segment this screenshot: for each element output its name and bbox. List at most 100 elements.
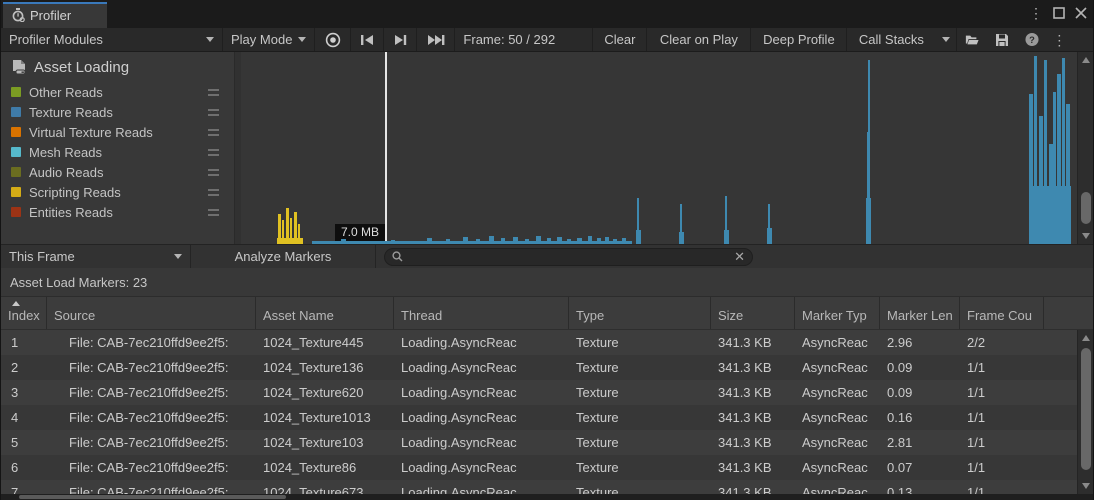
cell-thread: Loading.AsyncReac xyxy=(394,385,569,400)
help-icon: ? xyxy=(1025,32,1039,47)
scroll-down-icon[interactable] xyxy=(1082,483,1090,489)
chevron-down-icon xyxy=(206,37,214,42)
drag-handle-icon[interactable] xyxy=(208,169,219,176)
profiler-toolbar: Profiler Modules Play Mode Frame: 50 / 2… xyxy=(1,28,1093,52)
maximize-icon[interactable] xyxy=(1053,7,1065,19)
table-row[interactable]: 5File: CAB-7ec210ffd9ee2f5:1024_Texture1… xyxy=(1,430,1077,455)
cell-frame-count: 2/2 xyxy=(960,335,1044,350)
jump-to-first-frame-button[interactable] xyxy=(351,28,384,51)
drag-handle-icon[interactable] xyxy=(208,129,219,136)
frame-chart[interactable]: 7.0 MB xyxy=(235,52,1077,244)
legend-color-swatch xyxy=(11,207,21,217)
legend-item-virtual-texture-reads[interactable]: Virtual Texture Reads xyxy=(1,122,234,142)
cell-marker-type: AsyncReac xyxy=(795,435,880,450)
analyze-markers-button[interactable]: Analyze Markers xyxy=(191,245,376,268)
chart-scrollbar[interactable] xyxy=(1077,52,1093,244)
call-stacks-toggle[interactable]: Call Stacks xyxy=(847,28,935,51)
chart-bar xyxy=(768,204,770,244)
selected-frame-playhead[interactable] xyxy=(385,52,387,244)
column-header-thread[interactable]: Thread xyxy=(394,297,569,329)
scroll-down-icon[interactable] xyxy=(1082,233,1090,239)
deep-profile-toggle[interactable]: Deep Profile xyxy=(751,28,847,51)
clear-on-play-toggle[interactable]: Clear on Play xyxy=(647,28,751,51)
next-frame-button[interactable] xyxy=(384,28,417,51)
scrollbar-thumb[interactable] xyxy=(1081,348,1091,470)
save-profile-button[interactable] xyxy=(987,28,1017,51)
toolbar-menu-button[interactable]: ⋮ xyxy=(1047,28,1071,51)
legend-item-scripting-reads[interactable]: Scripting Reads xyxy=(1,182,234,202)
column-header-marker-len[interactable]: Marker Len xyxy=(880,297,960,329)
jump-to-last-frame-button[interactable] xyxy=(417,28,455,51)
legend-item-texture-reads[interactable]: Texture Reads xyxy=(1,102,234,122)
column-header-asset-name[interactable]: Asset Name xyxy=(256,297,394,329)
cell-frame-count: 1/1 xyxy=(960,385,1044,400)
call-stacks-dropdown[interactable] xyxy=(935,28,957,51)
table-row[interactable]: 6File: CAB-7ec210ffd9ee2f5:1024_Texture8… xyxy=(1,455,1077,480)
table-scrollbar[interactable] xyxy=(1077,330,1093,494)
legend-label: Scripting Reads xyxy=(29,185,208,200)
load-profile-button[interactable] xyxy=(957,28,987,51)
cell-size: 341.3 KB xyxy=(711,435,795,450)
search-icon xyxy=(392,251,403,262)
chart-bar xyxy=(637,198,639,244)
frame-scope-dropdown[interactable]: This Frame xyxy=(1,245,191,268)
scroll-up-icon[interactable] xyxy=(1082,335,1090,341)
drag-handle-icon[interactable] xyxy=(208,109,219,116)
column-header-frame-cou[interactable]: Frame Cou xyxy=(960,297,1044,329)
active-tab-accent xyxy=(3,2,107,4)
tab-profiler[interactable]: Profiler xyxy=(3,2,107,28)
table-row[interactable]: 1File: CAB-7ec210ffd9ee2f5:1024_Texture4… xyxy=(1,330,1077,355)
scrollbar-thumb[interactable] xyxy=(19,495,286,499)
column-header-marker-typ[interactable]: Marker Typ xyxy=(795,297,880,329)
cell-type: Texture xyxy=(569,410,711,425)
legend-item-other-reads[interactable]: Other Reads xyxy=(1,82,234,102)
clear-search-icon[interactable]: ✕ xyxy=(734,251,745,263)
drag-handle-icon[interactable] xyxy=(208,189,219,196)
record-button[interactable] xyxy=(315,28,351,51)
chart-bar xyxy=(547,238,551,244)
drag-handle-icon[interactable] xyxy=(208,149,219,156)
close-icon[interactable] xyxy=(1075,7,1087,19)
scrollbar-thumb[interactable] xyxy=(1081,192,1091,224)
cell-thread: Loading.AsyncReac xyxy=(394,435,569,450)
column-header-type[interactable]: Type xyxy=(569,297,711,329)
column-header-source[interactable]: Source xyxy=(47,297,256,329)
chart-bar xyxy=(536,236,541,244)
legend-label: Entities Reads xyxy=(29,205,208,220)
search-input[interactable] xyxy=(408,250,734,264)
cell-source: File: CAB-7ec210ffd9ee2f5: xyxy=(47,360,256,375)
window-menu-icon[interactable]: ⋮ xyxy=(1029,4,1043,22)
table-row[interactable]: 7File: CAB-7ec210ffd9ee2f5:1024_Texture6… xyxy=(1,480,1077,494)
column-header-index[interactable]: Index xyxy=(1,297,47,329)
cell-marker-length: 2.96 xyxy=(880,335,960,350)
cell-marker-type: AsyncReac xyxy=(795,385,880,400)
chart-bar xyxy=(622,238,626,244)
profiler-modules-dropdown[interactable]: Profiler Modules xyxy=(1,28,223,51)
cell-asset-name: 1024_Texture103 xyxy=(256,435,394,450)
drag-handle-icon[interactable] xyxy=(208,209,219,216)
scroll-up-icon[interactable] xyxy=(1082,57,1090,63)
cell-size: 341.3 KB xyxy=(711,410,795,425)
table-row[interactable]: 3File: CAB-7ec210ffd9ee2f5:1024_Texture6… xyxy=(1,380,1077,405)
legend-item-entities-reads[interactable]: Entities Reads xyxy=(1,202,234,222)
cell-source: File: CAB-7ec210ffd9ee2f5: xyxy=(47,410,256,425)
chart-bar xyxy=(278,214,281,244)
table-horizontal-scrollbar[interactable] xyxy=(1,494,1093,500)
drag-handle-icon[interactable] xyxy=(208,89,219,96)
column-header-size[interactable]: Size xyxy=(711,297,795,329)
search-field[interactable]: ✕ xyxy=(384,248,753,266)
cell-type: Texture xyxy=(569,435,711,450)
legend-item-audio-reads[interactable]: Audio Reads xyxy=(1,162,234,182)
details-toolbar: This Frame Analyze Markers ✕ xyxy=(1,244,1093,268)
stopwatch-icon xyxy=(11,8,25,22)
marker-count-label: Asset Load Markers: 23 xyxy=(10,275,147,290)
column-header-filler xyxy=(1044,297,1093,329)
legend-item-mesh-reads[interactable]: Mesh Reads xyxy=(1,142,234,162)
clear-button[interactable]: Clear xyxy=(593,28,647,51)
play-mode-dropdown[interactable]: Play Mode xyxy=(223,28,315,51)
profiler-window: Profiler ⋮ Profiler Modules Play Mode xyxy=(0,0,1094,500)
table-row[interactable]: 4File: CAB-7ec210ffd9ee2f5:1024_Texture1… xyxy=(1,405,1077,430)
table-row[interactable]: 2File: CAB-7ec210ffd9ee2f5:1024_Texture1… xyxy=(1,355,1077,380)
module-header[interactable]: Asset Loading xyxy=(1,52,234,82)
help-button[interactable]: ? xyxy=(1017,28,1047,51)
